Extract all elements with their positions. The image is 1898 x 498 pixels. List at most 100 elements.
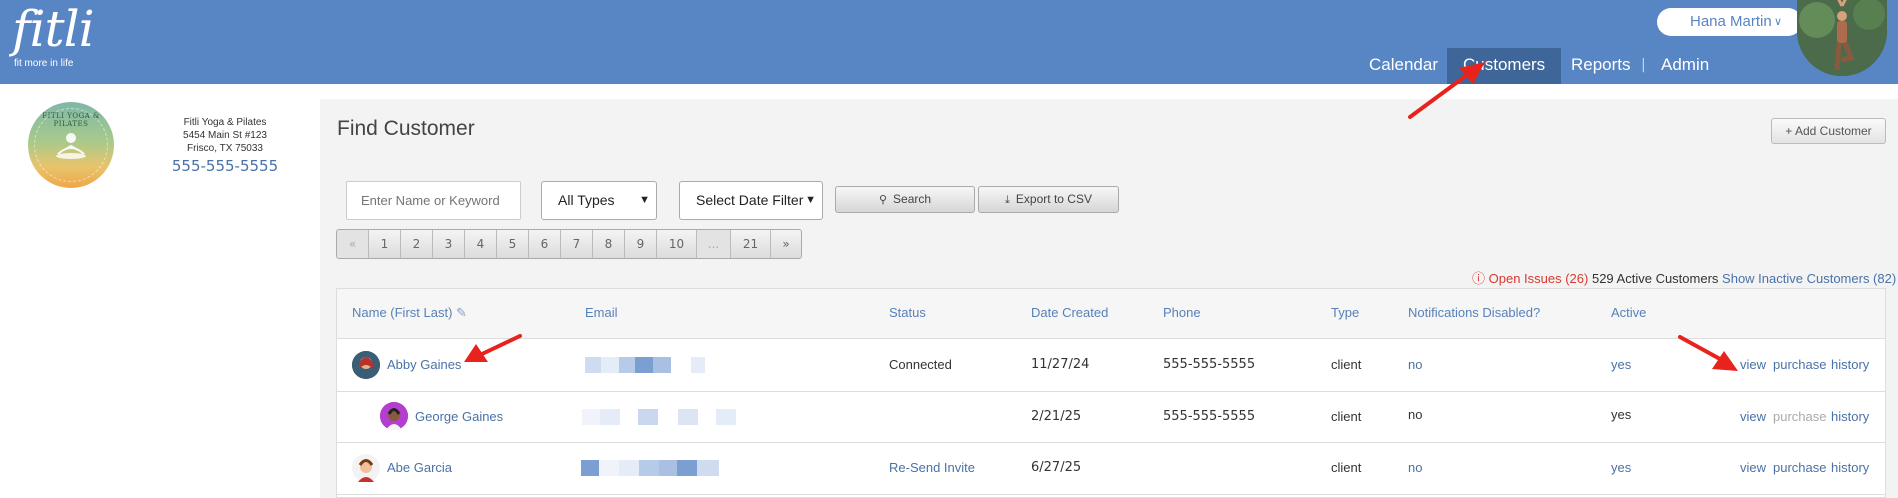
pagination-next[interactable]: »	[771, 230, 801, 258]
studio-logo-text: FITLI YOGA & PILATES	[42, 112, 100, 128]
pagination-last-page[interactable]: 21	[731, 230, 771, 258]
active-toggle[interactable]: yes	[1611, 460, 1631, 475]
open-issues-label: Open Issues (26)	[1488, 271, 1589, 286]
column-header-status[interactable]: Status	[889, 305, 926, 320]
search-button[interactable]: ⚲ Search	[835, 186, 975, 213]
column-header-email[interactable]: Email	[585, 305, 618, 320]
avatar	[352, 351, 380, 379]
pagination-page[interactable]: 1	[369, 230, 401, 258]
active-value: yes	[1611, 407, 1632, 422]
view-link[interactable]: view	[1740, 409, 1766, 424]
pagination-page[interactable]: 3	[433, 230, 465, 258]
customer-type: client	[1331, 409, 1362, 424]
email-redacted	[585, 357, 705, 373]
customer-summary: ⓘ Open Issues (26) 529 Active Customers …	[1472, 268, 1896, 287]
pagination: « 1 2 3 4 5 6 7 8 9 10 ... 21 »	[336, 229, 802, 259]
nav-admin[interactable]: Admin	[1661, 48, 1709, 84]
search-button-label: Search	[893, 192, 932, 206]
chevron-down-icon: ▼	[639, 194, 650, 206]
date-filter-select[interactable]: Select Date Filter ▼	[679, 181, 823, 220]
show-inactive-link[interactable]: Show Inactive Customers (82)	[1722, 271, 1896, 286]
user-menu[interactable]: Hana Martin ∨	[1657, 8, 1802, 36]
active-count: 529 Active Customers	[1591, 271, 1719, 286]
column-header-date[interactable]: Date Created	[1031, 305, 1108, 320]
studio-address-line1: 5454 Main St #123	[183, 130, 267, 141]
table-header: Name (First Last) ✎ Email Status Date Cr…	[337, 289, 1885, 339]
customer-table: Name (First Last) ✎ Email Status Date Cr…	[336, 288, 1886, 498]
page-title: Find Customer	[337, 117, 475, 140]
studio-phone[interactable]: 555-555-5555	[150, 157, 300, 175]
column-header-notifications[interactable]: Notifications Disabled?	[1408, 305, 1540, 320]
pagination-prev[interactable]: «	[337, 230, 369, 258]
chevron-down-icon: ∨	[1773, 16, 1782, 28]
notifications-toggle[interactable]: no	[1408, 460, 1422, 475]
date-created: 11/27/24	[1031, 357, 1090, 372]
main-nav: Calendar Customers Reports Admin	[0, 48, 1898, 84]
table-row[interactable]: George Gaines 2/21/25 555-555-5555 clien…	[337, 392, 1885, 443]
studio-address-line2: Frisco, TX 75033	[187, 143, 263, 154]
pagination-ellipsis: ...	[697, 230, 731, 258]
pagination-page[interactable]: 5	[497, 230, 529, 258]
history-link[interactable]: history	[1831, 460, 1869, 475]
download-icon: ⤓	[1005, 194, 1010, 206]
date-filter-value: Select Date Filter	[696, 192, 804, 208]
date-created: 6/27/25	[1031, 460, 1082, 475]
column-header-name[interactable]: Name (First Last) ✎	[352, 305, 467, 321]
history-link[interactable]: history	[1831, 357, 1869, 372]
alert-icon: ⓘ	[1472, 271, 1489, 286]
notifications-value: no	[1408, 407, 1423, 422]
customer-name-link[interactable]: George Gaines	[415, 409, 503, 424]
email-redacted	[582, 409, 736, 425]
pagination-page[interactable]: 6	[529, 230, 561, 258]
customer-name-link[interactable]: Abe Garcia	[387, 460, 452, 475]
customer-type: client	[1331, 357, 1362, 372]
nav-admin-label: Admin	[1661, 55, 1710, 74]
purchase-link[interactable]: purchase	[1773, 460, 1826, 475]
view-link[interactable]: view	[1740, 460, 1766, 475]
pagination-page[interactable]: 2	[401, 230, 433, 258]
purchase-link[interactable]: purchase	[1773, 357, 1826, 372]
column-header-type[interactable]: Type	[1331, 305, 1359, 320]
nav-reports[interactable]: Reports	[1571, 48, 1631, 84]
pagination-page[interactable]: 4	[465, 230, 497, 258]
email-redacted	[581, 460, 719, 476]
table-row[interactable]: Abe Garcia Re-Send Invite 6/27/25 client…	[337, 443, 1885, 495]
studio-logo: FITLI YOGA & PILATES	[28, 102, 114, 188]
export-button-label: Export to CSV	[1015, 192, 1092, 206]
pencil-icon[interactable]: ✎	[456, 305, 467, 320]
add-customer-button[interactable]: + Add Customer	[1771, 118, 1886, 144]
table-row[interactable]: Abby Gaines Connected 11/27/24 555-555-5…	[337, 340, 1885, 392]
user-name: Hana Martin	[1690, 13, 1772, 30]
pagination-page[interactable]: 10	[657, 230, 697, 258]
type-select-value: All Types	[558, 192, 615, 208]
customer-name-link[interactable]: Abby Gaines	[387, 357, 461, 372]
status-text: Connected	[889, 357, 952, 372]
studio-address: Fitli Yoga & Pilates 5454 Main St #123 F…	[150, 116, 300, 155]
pagination-page[interactable]: 7	[561, 230, 593, 258]
active-toggle[interactable]: yes	[1611, 357, 1631, 372]
type-select[interactable]: All Types ▼	[541, 181, 657, 220]
pagination-page[interactable]: 9	[625, 230, 657, 258]
phone: 555-555-5555	[1163, 357, 1256, 372]
notifications-toggle[interactable]: no	[1408, 357, 1422, 372]
column-header-active[interactable]: Active	[1611, 305, 1646, 320]
date-created: 2/21/25	[1031, 409, 1082, 424]
open-issues-link[interactable]: ⓘ Open Issues (26)	[1472, 271, 1588, 286]
annotation-arrow-icon	[1408, 62, 1485, 119]
nav-reports-label: Reports	[1571, 55, 1631, 74]
search-icon: ⚲	[878, 194, 888, 206]
pagination-page[interactable]: 8	[593, 230, 625, 258]
studio-name: Fitli Yoga & Pilates	[183, 117, 267, 128]
avatar	[380, 402, 408, 430]
search-input[interactable]	[346, 181, 521, 220]
annotation-arrow-icon	[1678, 335, 1738, 371]
annotation-arrow-icon	[464, 334, 522, 362]
export-csv-button[interactable]: ⤓ Export to CSV	[978, 186, 1119, 213]
phone: 555-555-5555	[1163, 409, 1256, 424]
view-link[interactable]: view	[1740, 357, 1766, 372]
resend-invite-link[interactable]: Re-Send Invite	[889, 460, 975, 475]
avatar	[352, 454, 380, 482]
purchase-link-disabled: purchase	[1773, 409, 1827, 424]
history-link[interactable]: history	[1831, 409, 1869, 424]
column-header-phone[interactable]: Phone	[1163, 305, 1201, 320]
